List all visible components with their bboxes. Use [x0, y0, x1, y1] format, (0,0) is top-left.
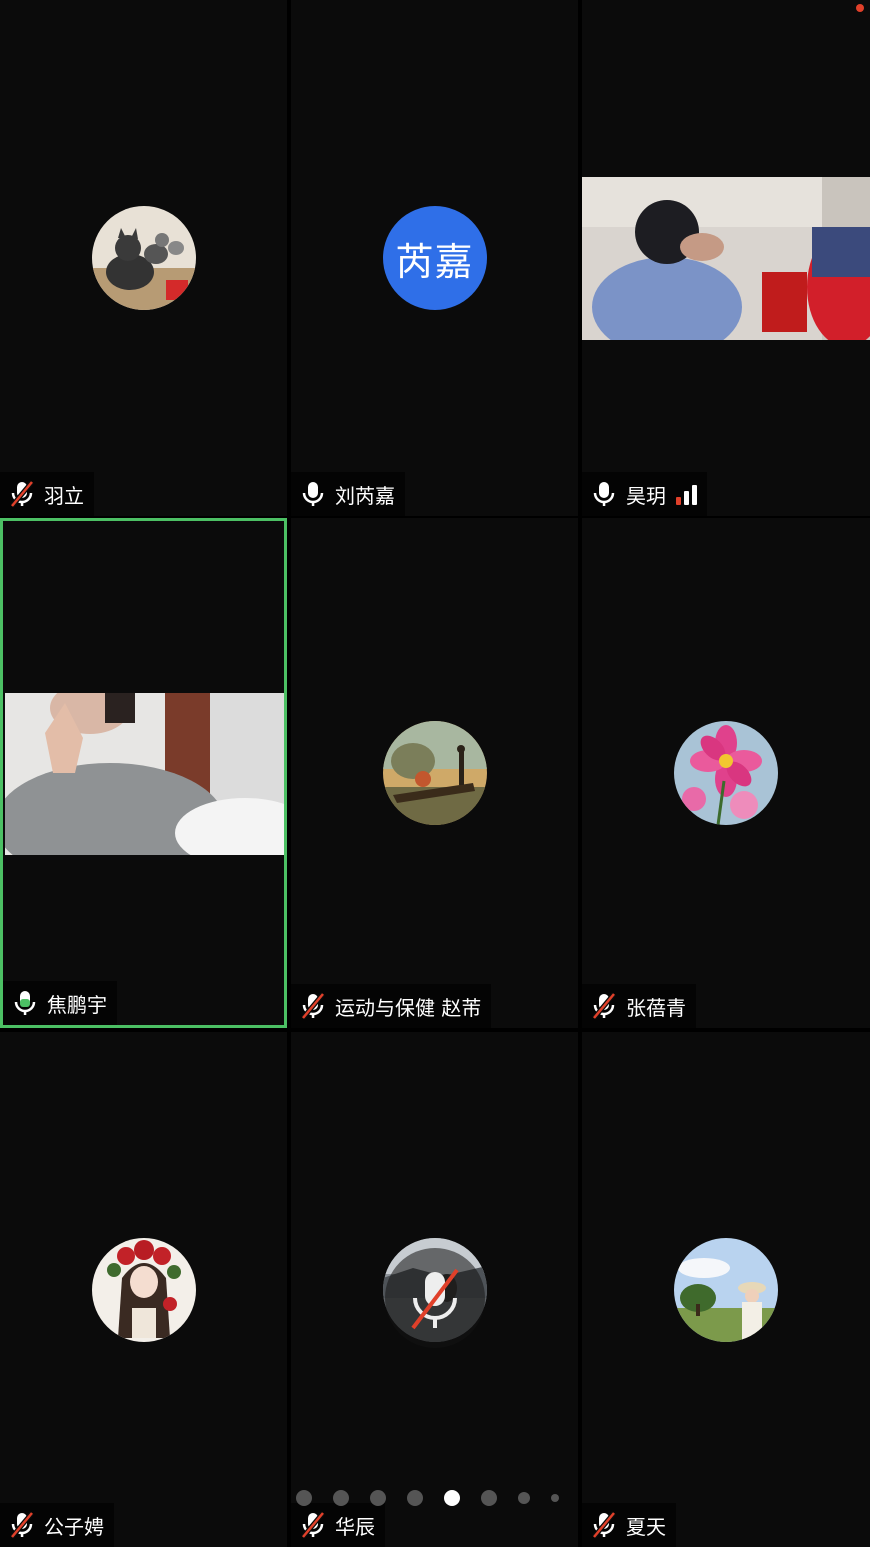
participant-tile-8[interactable]: 华辰	[291, 1032, 578, 1547]
mic-muted-icon	[592, 1511, 616, 1539]
participant-name: 羽立	[44, 483, 84, 508]
participant-name: 夏天	[626, 1514, 666, 1539]
page-dot-5[interactable]	[444, 1490, 460, 1506]
participant-tile-2[interactable]: 芮嘉 刘芮嘉	[291, 0, 578, 516]
participant-tile-5[interactable]: 运动与保健 赵芾	[291, 518, 578, 1028]
nameplate: 公子娉	[0, 1503, 114, 1547]
avatar-flower	[674, 721, 778, 825]
participant-name: 公子娉	[44, 1514, 104, 1539]
page-dot-7[interactable]	[518, 1492, 530, 1504]
page-dot-8[interactable]	[551, 1494, 559, 1502]
mic-icon	[302, 482, 324, 506]
nameplate: 华辰	[291, 1503, 385, 1547]
nameplate: 张蓓青	[582, 984, 696, 1028]
mic-muted-icon	[10, 480, 34, 508]
participant-tile-6[interactable]: 张蓓青	[582, 518, 870, 1028]
nameplate: 运动与保健 赵芾	[291, 984, 492, 1028]
participant-tile-3[interactable]: 昊玥	[582, 0, 870, 516]
participant-name: 华辰	[335, 1514, 375, 1539]
participant-tile-4[interactable]: 焦鹏宇	[0, 518, 287, 1028]
page-dot-2[interactable]	[333, 1490, 349, 1506]
page-dot-4[interactable]	[407, 1490, 423, 1506]
avatar-cats	[91, 206, 196, 310]
page-dot-3[interactable]	[370, 1490, 386, 1506]
participant-grid: 羽立 芮嘉 刘芮嘉 昊玥 焦鹏宇 运动与保健 赵芾 张蓓青 公子娉 华辰 夏天	[0, 0, 870, 1547]
participant-name: 张蓓青	[626, 995, 686, 1020]
nameplate: 羽立	[0, 472, 94, 516]
participant-name: 焦鹏宇	[47, 992, 107, 1017]
mic-muted-overlay-icon	[384, 1247, 485, 1348]
nameplate: 昊玥	[582, 472, 707, 516]
signal-strength-icon	[676, 483, 697, 505]
nameplate: 刘芮嘉	[291, 472, 405, 516]
nameplate: 焦鹏宇	[3, 981, 117, 1025]
participant-tile-1[interactable]: 羽立	[0, 0, 287, 516]
participant-tile-9[interactable]: 夏天	[582, 1032, 870, 1547]
mic-speaking-icon	[14, 991, 36, 1015]
avatar-painting	[382, 721, 487, 825]
avatar-initials: 芮嘉	[382, 206, 487, 310]
page-dot-6[interactable]	[481, 1490, 497, 1506]
participant-name: 刘芮嘉	[335, 483, 395, 508]
mic-muted-icon	[592, 992, 616, 1020]
participant-tile-7[interactable]: 公子娉	[0, 1032, 287, 1547]
avatar-illustration	[91, 1237, 196, 1342]
page-indicator[interactable]	[296, 1490, 559, 1506]
mic-muted-icon	[301, 992, 325, 1020]
video-feed	[582, 177, 870, 340]
nameplate: 夏天	[582, 1503, 676, 1547]
participant-name: 运动与保健 赵芾	[335, 995, 482, 1020]
video-feed	[5, 693, 284, 855]
participant-name: 昊玥	[626, 483, 666, 508]
mic-muted-icon	[301, 1511, 325, 1539]
avatar-landscape	[674, 1237, 778, 1342]
page-dot-1[interactable]	[296, 1490, 312, 1506]
recording-indicator-icon	[856, 4, 864, 12]
mic-icon	[593, 482, 615, 506]
mic-muted-icon	[10, 1511, 34, 1539]
